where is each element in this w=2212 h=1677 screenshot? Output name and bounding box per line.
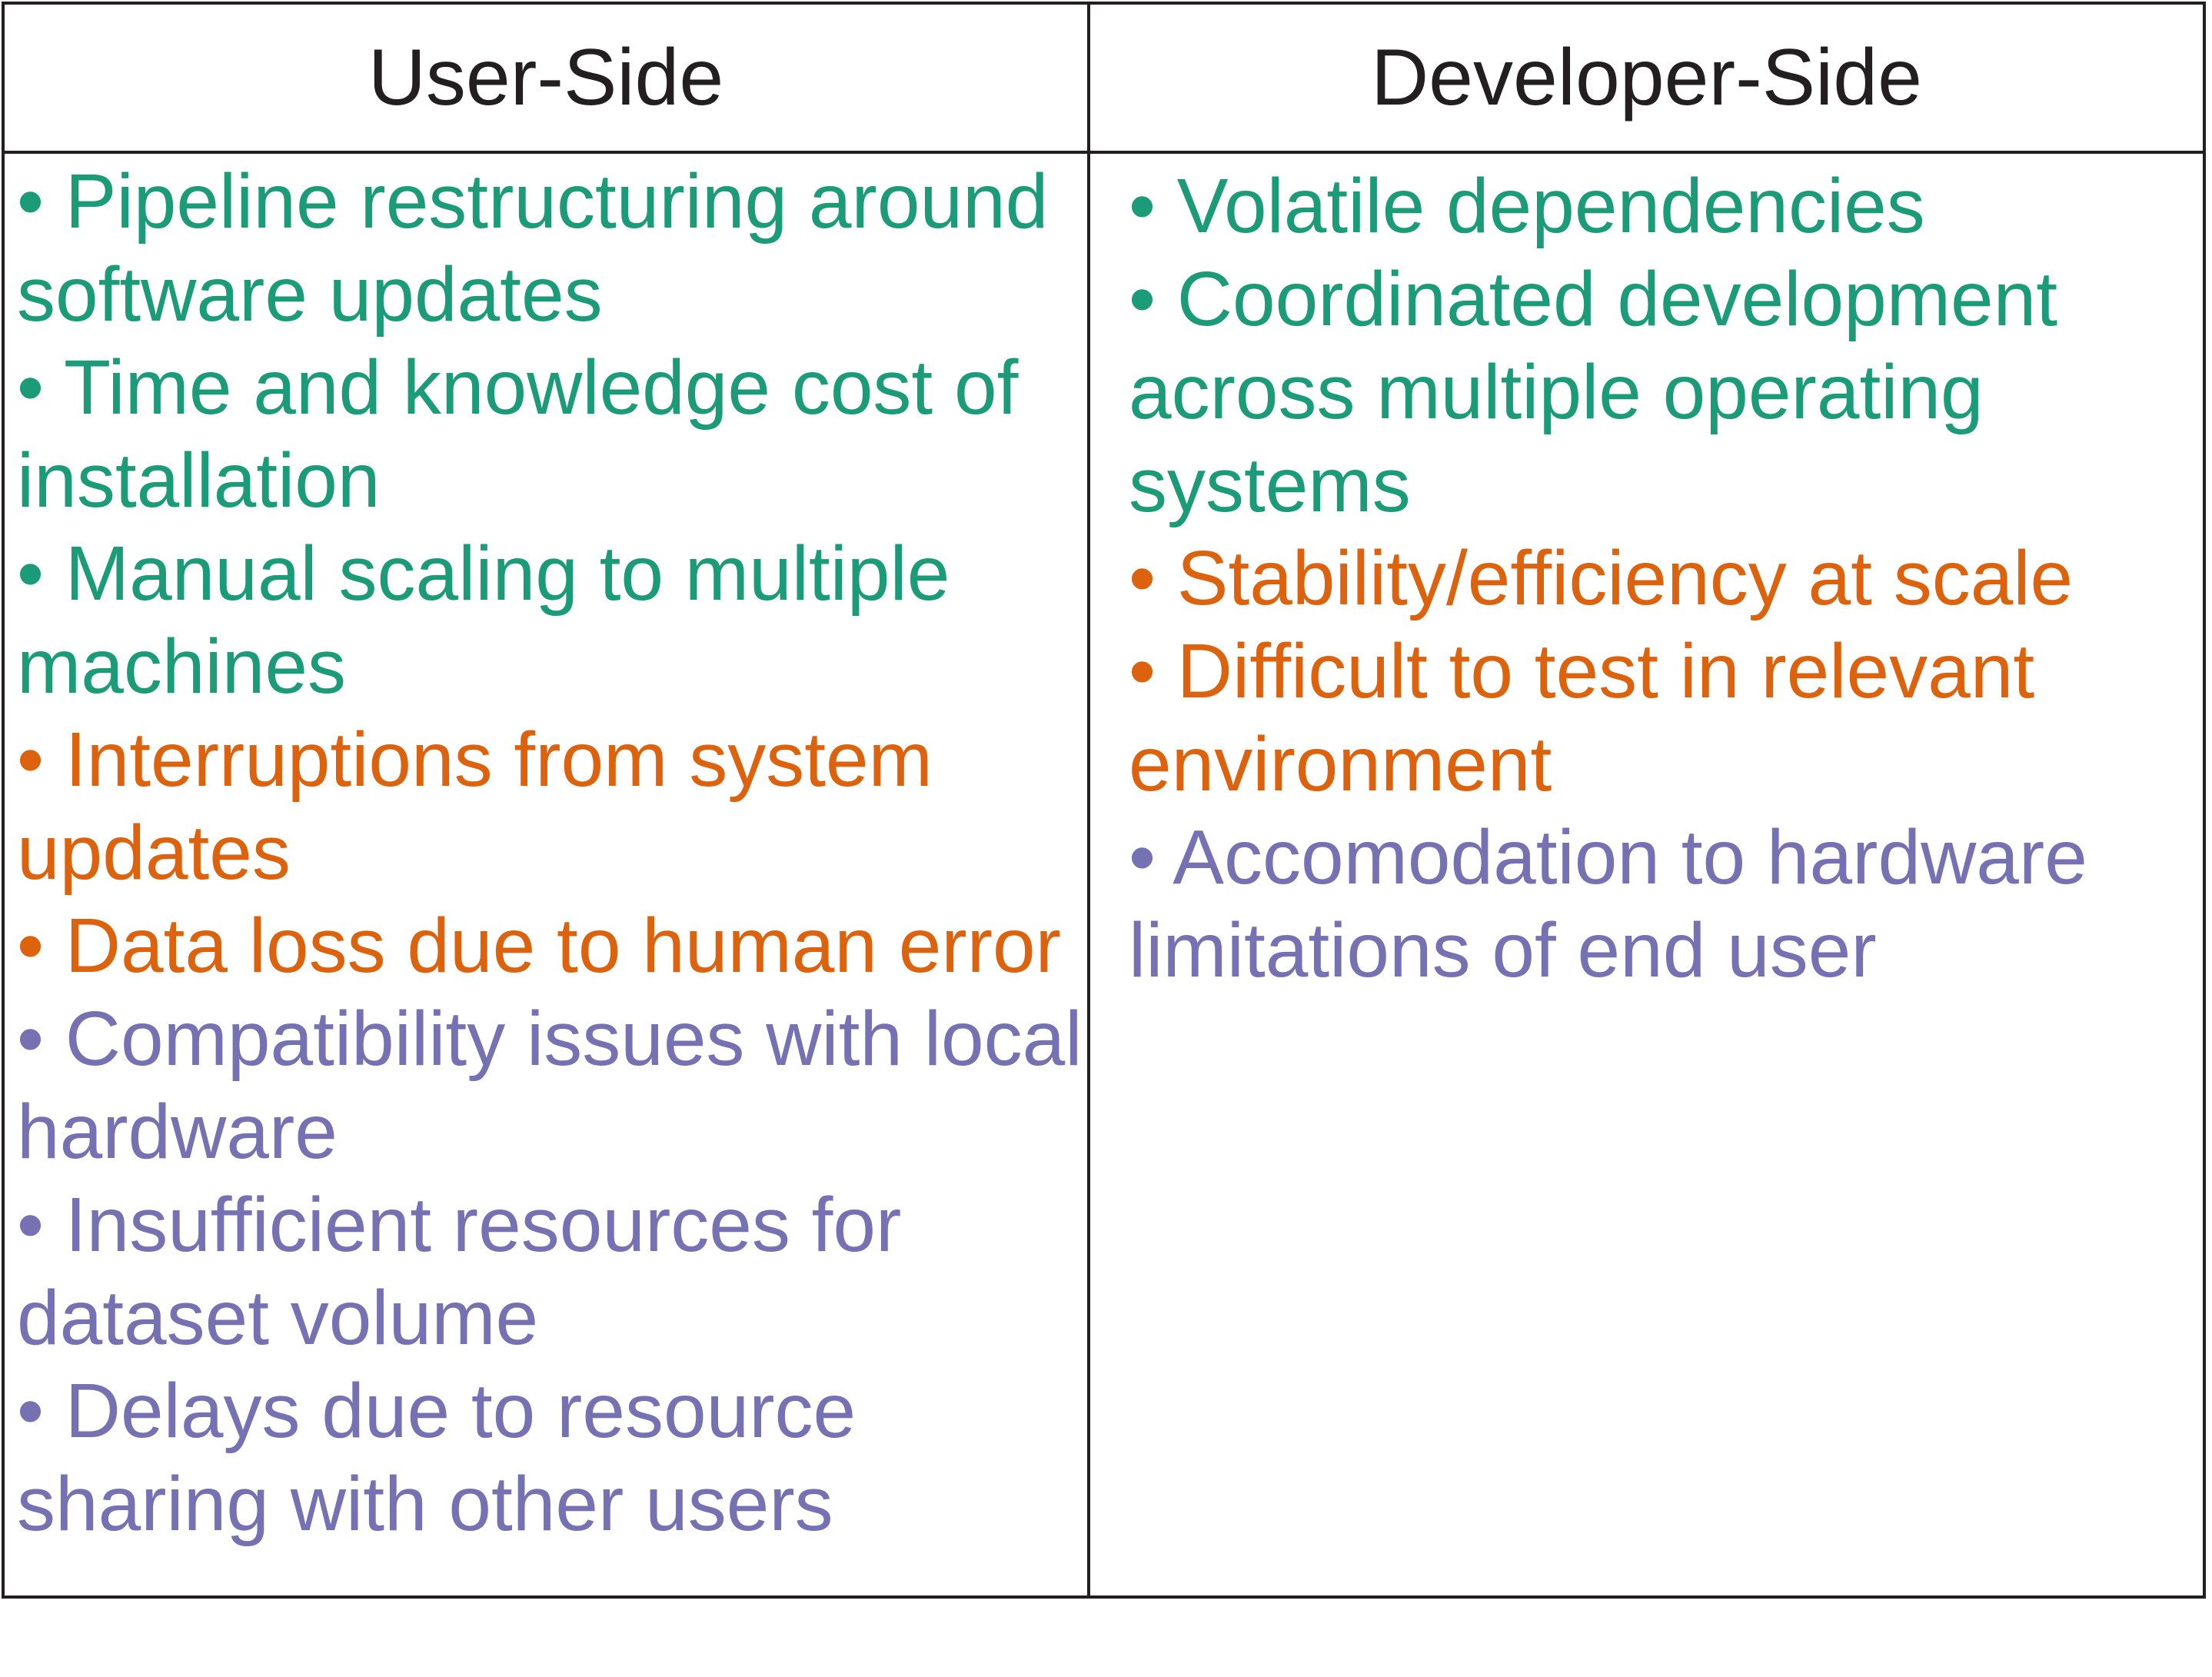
user-side-item: • Interruptions from system updates: [17, 717, 933, 896]
user-side-item: • Compatibility issues with local hardwa…: [17, 996, 1083, 1175]
user-side-item: • Time and knowledge cost of installatio…: [17, 344, 1019, 524]
developer-side-item: • Coordinated development across multipl…: [1129, 256, 2058, 528]
user-side-item: • Data loss due to human error: [17, 903, 1061, 989]
comparison-table: User-Side Developer-Side • Pipeline rest…: [2, 2, 2206, 1599]
header-divider: [5, 151, 2203, 154]
column-divider: [1087, 5, 1090, 1595]
developer-side-item: • Stability/efficiency at scale: [1129, 535, 2074, 621]
developer-side-item: • Accomodation to hardware limitations o…: [1129, 814, 2087, 993]
user-side-item: • Insufficient resources for dataset vol…: [17, 1182, 902, 1361]
user-side-item: • Delays due to resource sharing with ot…: [17, 1368, 857, 1547]
user-side-item: • Pipeline restructuring around software…: [17, 158, 1049, 338]
developer-side-item: • Volatile dependencies: [1129, 163, 1925, 249]
developer-side-column: • Volatile dependencies • Coordinated de…: [1129, 160, 2197, 997]
user-side-item: • Manual scaling to multiple machines: [17, 531, 950, 710]
user-side-column: • Pipeline restructuring around software…: [17, 155, 1086, 1551]
developer-side-header: Developer-Side: [1371, 32, 1922, 122]
user-side-header: User-Side: [368, 32, 724, 122]
developer-side-item: • Difficult to test in relevant environm…: [1129, 628, 2035, 807]
